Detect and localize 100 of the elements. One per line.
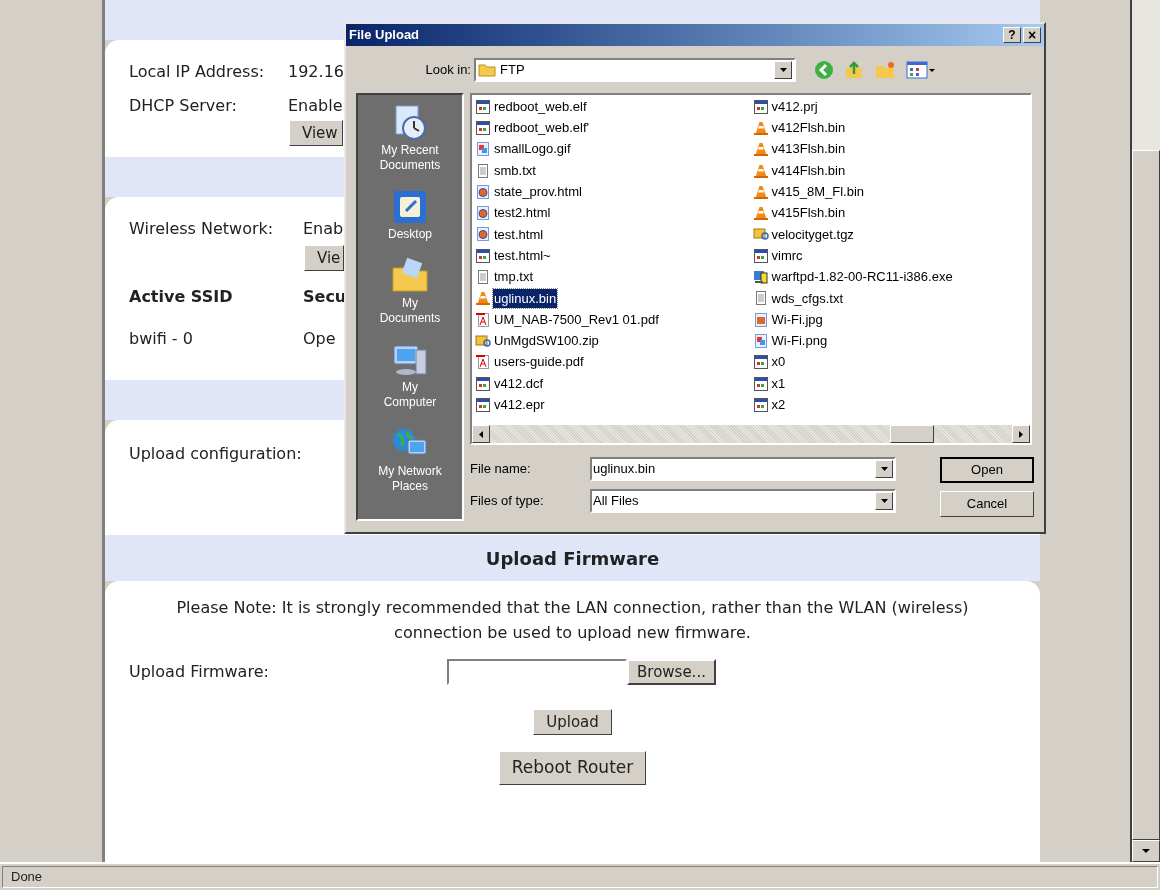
file-type-field[interactable]: All Files	[590, 489, 896, 513]
column-header: Active SSID	[129, 286, 234, 308]
file-item[interactable]: vimrc	[770, 245, 804, 266]
text-file-icon	[475, 162, 491, 179]
file-item[interactable]: v415Flsh.bin	[770, 203, 847, 223]
open-button[interactable]: Open	[940, 457, 1034, 483]
cancel-button[interactable]: Cancel	[940, 491, 1034, 517]
ip-value: 192.16	[288, 61, 344, 83]
down-arrow-icon	[1142, 849, 1150, 853]
file-item[interactable]: x2	[770, 395, 787, 415]
image-file-icon	[475, 141, 491, 158]
file-item[interactable]: warftpd-1.82-00-RC11-i386.exe	[770, 267, 954, 287]
program-file-icon	[475, 119, 491, 136]
file-item[interactable]: v412.prj	[770, 96, 819, 117]
wireless-value: Enab	[303, 218, 344, 240]
file-item[interactable]: x0	[770, 352, 787, 372]
program-file-icon	[752, 269, 769, 285]
pdf-file-icon	[475, 354, 491, 371]
file-item[interactable]: Wi-Fi.jpg	[770, 309, 824, 330]
file-item[interactable]: v412Flsh.bin	[770, 118, 847, 138]
file-item[interactable]: wds_cfgs.txt	[770, 288, 845, 309]
scrollbar-thumb[interactable]	[890, 425, 934, 443]
browse-button[interactable]: Browse...	[627, 659, 716, 685]
look-in-label: Look in:	[424, 61, 472, 80]
scrollbar-thumb[interactable]	[1132, 150, 1160, 840]
place-item[interactable]: My Computer	[360, 340, 460, 410]
right-arrow-icon	[1019, 430, 1023, 438]
caret-icon	[880, 499, 888, 503]
dropdown-button[interactable]	[875, 460, 893, 478]
scroll-down-button[interactable]	[1132, 840, 1160, 862]
file-type-label: Files of type:	[470, 492, 545, 511]
web-page-icon	[475, 205, 491, 222]
program-file-icon	[752, 396, 769, 413]
file-item[interactable]: v413Flsh.bin	[770, 139, 847, 159]
program-file-icon	[752, 354, 769, 371]
program-file-icon	[752, 98, 769, 115]
image-file-icon	[752, 311, 769, 328]
file-item[interactable]: UnMgdSW100.zip	[493, 331, 600, 351]
pdf-file-icon	[475, 311, 491, 328]
file-item[interactable]: v412.epr	[493, 395, 546, 415]
file-item[interactable]: smb.txt	[493, 160, 537, 181]
ip-label: Local IP Address:	[129, 61, 266, 83]
view-button[interactable]: Vie	[304, 245, 344, 271]
caret-icon	[880, 467, 888, 471]
file-item[interactable]: v412.dcf	[493, 373, 545, 394]
help-button[interactable]: ?	[1003, 27, 1021, 43]
scroll-right-button[interactable]	[1012, 425, 1030, 443]
file-item[interactable]: test2.html	[493, 203, 552, 223]
vertical-scrollbar[interactable]	[1130, 0, 1160, 862]
close-button[interactable]: ×	[1023, 27, 1041, 43]
file-item[interactable]: UM_NAB-7500_Rev1 01.pdf	[493, 309, 660, 330]
file-item[interactable]: Wi-Fi.png	[770, 331, 829, 351]
file-input-field[interactable]	[447, 659, 627, 685]
traffic-cone-icon	[752, 141, 769, 158]
file-item[interactable]: users-guide.pdf	[493, 352, 585, 372]
file-item[interactable]: redboot_web.elf'	[493, 118, 590, 138]
text-file-icon	[475, 269, 491, 285]
file-item[interactable]: uglinux.bin	[493, 288, 558, 309]
traffic-cone-icon	[752, 119, 769, 136]
file-item[interactable]: test.html~	[493, 245, 552, 266]
upload-button[interactable]: Upload	[533, 709, 612, 735]
place-item[interactable]: My Recent Documents	[360, 103, 460, 173]
upload-config-label: Upload configuration:	[129, 444, 302, 463]
program-file-icon	[475, 247, 491, 264]
dropdown-button[interactable]	[875, 492, 893, 510]
place-item[interactable]: Desktop	[360, 187, 460, 242]
traffic-cone-icon	[752, 162, 769, 179]
file-item[interactable]: state_prov.html	[493, 182, 583, 202]
file-item[interactable]: tmp.txt	[493, 267, 534, 287]
file-item[interactable]: x1	[770, 373, 787, 394]
web-page-icon	[475, 183, 491, 200]
file-name-field[interactable]: uglinux.bin	[590, 457, 896, 481]
file-item[interactable]: velocityget.tgz	[770, 224, 855, 245]
table-cell-text: bwifi - 0	[129, 328, 194, 350]
view-menu-icon[interactable]	[906, 60, 936, 80]
file-item[interactable]: test.html	[493, 224, 545, 245]
horizontal-scrollbar[interactable]	[472, 425, 1030, 443]
dialog-title: File Upload	[349, 26, 420, 45]
place-item[interactable]: My Network Places	[360, 424, 460, 494]
file-item[interactable]: redboot_web.elf	[493, 96, 588, 117]
archive-file-icon	[475, 332, 491, 349]
program-file-icon	[752, 247, 769, 264]
firmware-note: Please Note: It is strongly recommended that the LAN connection, rather than the WLAN (wireless) connection be used to upload new firmware.	[175, 597, 970, 644]
folder-icon	[478, 63, 496, 77]
status-text: Done	[2, 866, 1158, 888]
file-item[interactable]: v415_8M_Fl.bin	[770, 182, 865, 202]
reboot-router-button[interactable]: Reboot Router	[498, 751, 647, 785]
dropdown-button[interactable]	[774, 61, 792, 79]
upload-firmware-label: Upload Firmware:	[129, 661, 270, 683]
look-in-dropdown[interactable]: FTP	[474, 58, 796, 82]
file-name-label: File name:	[470, 460, 532, 479]
file-item[interactable]: smallLogo.gif	[493, 139, 572, 159]
archive-file-icon	[752, 226, 769, 243]
image-file-icon	[752, 332, 769, 349]
program-file-icon	[475, 98, 491, 115]
place-item[interactable]: My Documents	[360, 256, 460, 326]
scroll-left-button[interactable]	[472, 425, 490, 443]
file-item[interactable]: v414Flsh.bin	[770, 160, 847, 181]
view-button[interactable]: View	[289, 120, 343, 146]
look-in-value: FTP	[500, 61, 526, 80]
